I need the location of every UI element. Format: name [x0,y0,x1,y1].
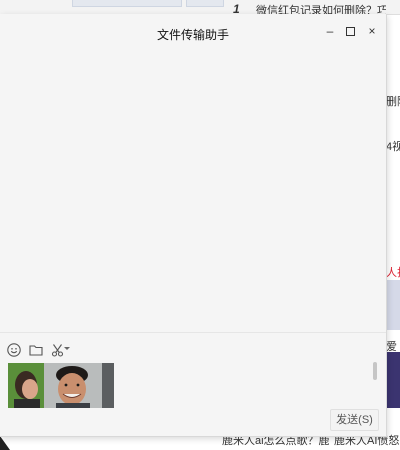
article-thumbnail[interactable] [386,280,400,330]
emoji-icon[interactable] [6,342,22,358]
send-button[interactable]: 发送(S) [330,409,379,431]
decorative-corner [0,436,10,450]
message-area[interactable] [0,48,386,330]
browser-tab[interactable] [72,0,182,7]
article-thumbnail[interactable] [386,352,400,408]
attached-photo[interactable] [8,363,114,408]
maximize-icon [345,27,355,36]
article-link[interactable]: 4视 [386,138,400,154]
scissors-icon[interactable] [50,342,66,358]
input-area[interactable]: 发送(S) [0,333,386,436]
maximize-button[interactable] [342,23,358,39]
folder-icon[interactable] [28,342,44,358]
chat-window: 文件传输助手 – × 发送(S) [0,14,387,437]
article-link[interactable]: 人排 [386,264,400,280]
article-link[interactable]: 删除 [386,93,400,109]
scrollbar[interactable] [373,362,377,380]
minimize-button[interactable]: – [322,23,338,39]
chevron-down-icon[interactable] [64,347,70,350]
browser-tab[interactable] [186,0,224,7]
close-button[interactable]: × [364,23,380,39]
